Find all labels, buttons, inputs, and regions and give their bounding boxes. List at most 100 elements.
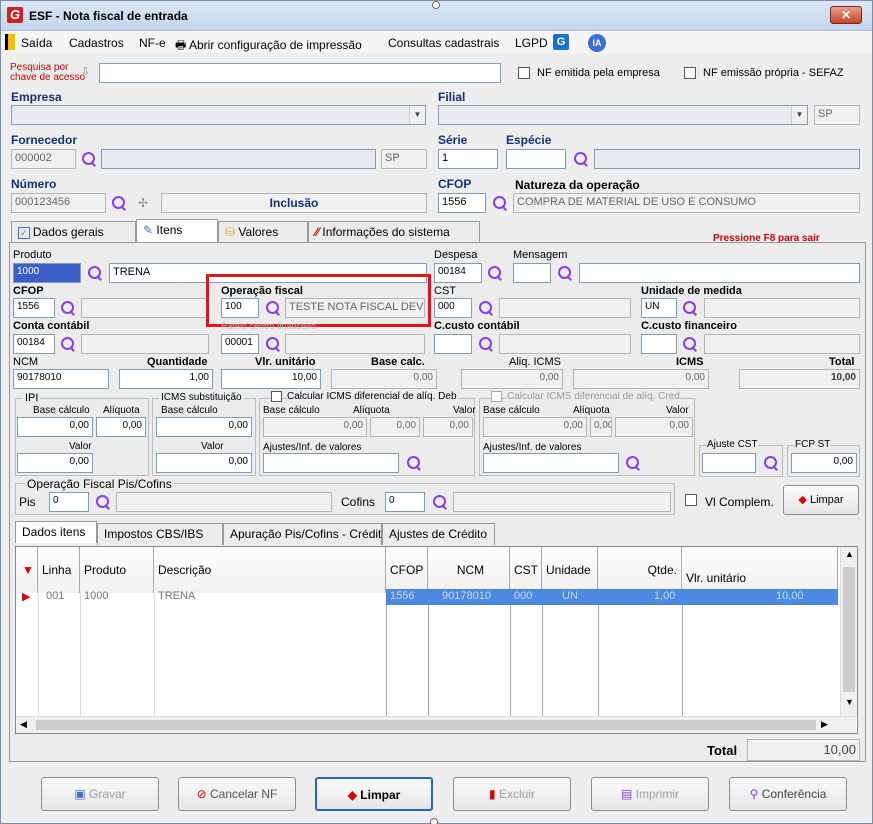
rateio-search-icon[interactable] bbox=[264, 335, 282, 353]
cofins-input[interactable]: 0 bbox=[385, 492, 425, 512]
col-cst[interactable]: CST bbox=[510, 547, 542, 593]
col-ncm[interactable]: NCM bbox=[428, 547, 510, 593]
rateio-input[interactable]: 00001 bbox=[221, 334, 259, 354]
cfop-item-search-icon[interactable] bbox=[59, 299, 77, 317]
filial-select[interactable]: ▼ bbox=[438, 105, 808, 125]
dif-cred-ajustes-input[interactable] bbox=[483, 453, 619, 473]
vl-complem-checkbox[interactable] bbox=[685, 494, 697, 506]
cfop-item-input[interactable]: 1556 bbox=[13, 298, 55, 318]
fcp-st-input[interactable]: 0,00 bbox=[791, 453, 857, 473]
quantidade-input[interactable]: 1,00 bbox=[119, 369, 213, 389]
dif-deb-search-icon[interactable] bbox=[405, 454, 423, 472]
pis-input[interactable]: 0 bbox=[49, 492, 89, 512]
scroll-down-icon[interactable]: ▼ bbox=[845, 697, 854, 707]
nf-propria-checkbox[interactable] bbox=[684, 67, 696, 79]
ipi-base-input[interactable]: 0,00 bbox=[17, 417, 93, 437]
col-linha[interactable]: Linha bbox=[38, 547, 80, 593]
subtab-dados-itens[interactable]: Dados itens bbox=[15, 521, 97, 543]
menu-print-config[interactable]: 🖶 Abrir configuração de impressão bbox=[175, 36, 362, 57]
grid-sort-icon[interactable]: ▼ bbox=[16, 547, 38, 593]
limpar-button[interactable]: ◆ Limpar bbox=[315, 777, 433, 811]
tab-dados-gerais[interactable]: ✓ Dados gerais bbox=[11, 221, 136, 243]
tab-valores[interactable]: ⛁ Valores bbox=[218, 221, 308, 243]
ipi-valor-input[interactable]: 0,00 bbox=[17, 453, 93, 473]
scroll-thumb-h[interactable] bbox=[36, 720, 816, 730]
col-produto[interactable]: Produto bbox=[80, 547, 154, 593]
numero-search-icon[interactable] bbox=[110, 194, 128, 212]
lgpd-icon[interactable]: G bbox=[553, 34, 569, 50]
table-row-selected[interactable]: 1556 90178010 000 UN 1,00 10,00 bbox=[386, 589, 838, 605]
vlr-unit-input[interactable]: 10,00 bbox=[221, 369, 321, 389]
subtab-ajustes[interactable]: Ajustes de Crédito bbox=[382, 523, 495, 545]
menu-saida[interactable]: Saída bbox=[21, 36, 52, 50]
plus-icon[interactable]: ✢ bbox=[138, 196, 148, 210]
cancelar-button[interactable]: ⊘ Cancelar NF bbox=[178, 777, 296, 811]
grid-horizontal-scrollbar[interactable]: ◀ ▶ bbox=[16, 716, 856, 733]
cfop-header-search-icon[interactable] bbox=[491, 194, 509, 212]
resize-grip-icon[interactable] bbox=[432, 1, 440, 9]
menu-cadastros[interactable]: Cadastros bbox=[69, 36, 124, 50]
despesa-input[interactable]: 00184 bbox=[434, 263, 482, 283]
ccusto-cont-input[interactable] bbox=[434, 334, 472, 354]
exit-door-icon[interactable] bbox=[5, 34, 15, 50]
cst-search-icon[interactable] bbox=[477, 299, 495, 317]
unidade-input[interactable]: UN bbox=[641, 298, 677, 318]
icms-st-base-input[interactable]: 0,00 bbox=[156, 417, 252, 437]
items-grid[interactable]: ▼ Linha Produto Descrição CFOP NCM CST U… bbox=[15, 546, 858, 734]
ajuste-cst-search-icon[interactable] bbox=[762, 454, 780, 472]
search-input[interactable] bbox=[99, 63, 501, 83]
ccusto-fin-search-icon[interactable] bbox=[681, 335, 699, 353]
scroll-left-icon[interactable]: ◀ bbox=[20, 719, 27, 730]
menu-consultas[interactable]: Consultas cadastrais bbox=[388, 36, 499, 50]
dif-cred-checkbox[interactable] bbox=[491, 391, 502, 402]
scroll-thumb-v[interactable] bbox=[843, 567, 855, 692]
ccusto-cont-search-icon[interactable] bbox=[477, 335, 495, 353]
conta-search-icon[interactable] bbox=[59, 335, 77, 353]
tab-info-sistema[interactable]: ⁄⁄ Informações do sistema bbox=[308, 221, 480, 243]
dif-deb-ajustes-input[interactable] bbox=[263, 453, 399, 473]
unidade-search-icon[interactable] bbox=[681, 299, 699, 317]
pis-search-icon[interactable] bbox=[94, 493, 112, 511]
resize-grip-bottom-icon[interactable] bbox=[430, 818, 438, 824]
col-cfop[interactable]: CFOP bbox=[386, 547, 428, 593]
ajuste-cst-input[interactable] bbox=[702, 453, 756, 473]
close-button[interactable]: ✕ bbox=[830, 6, 862, 24]
tab-itens[interactable]: ✎ Itens bbox=[136, 219, 218, 243]
conta-input[interactable]: 00184 bbox=[13, 334, 55, 354]
cofins-search-icon[interactable] bbox=[431, 493, 449, 511]
scroll-right-icon[interactable]: ▶ bbox=[821, 719, 828, 730]
table-row[interactable]: ▶ 001 1000 TRENA bbox=[16, 589, 386, 605]
especie-search-icon[interactable] bbox=[572, 150, 590, 168]
mensagem-input[interactable] bbox=[513, 263, 551, 283]
cfop-header-input[interactable]: 1556 bbox=[438, 193, 486, 213]
serie-input[interactable]: 1 bbox=[438, 149, 498, 169]
mensagem-search-icon[interactable] bbox=[556, 264, 574, 282]
dif-cred-search-icon[interactable] bbox=[624, 454, 642, 472]
ccusto-fin-input[interactable] bbox=[641, 334, 677, 354]
subtab-apuracao[interactable]: Apuração Pis/Cofins - Crédito bbox=[223, 523, 388, 545]
col-vlr-unit[interactable]: Vlr. unitário bbox=[682, 547, 838, 593]
gravar-button[interactable]: ▣ Gravar bbox=[41, 777, 159, 811]
menu-nfe[interactable]: NF-e bbox=[139, 36, 166, 50]
fornecedor-code[interactable]: 000002 bbox=[11, 149, 76, 169]
col-unidade[interactable]: Unidade bbox=[542, 547, 598, 593]
icms-st-valor-input[interactable]: 0,00 bbox=[156, 453, 252, 473]
ipi-aliq-input[interactable]: 0,00 bbox=[96, 417, 146, 437]
ncm-input[interactable]: 90178010 bbox=[13, 369, 109, 389]
limpar-small-button[interactable]: ◆ Limpar bbox=[783, 485, 859, 515]
excluir-button[interactable]: ▮ Excluir bbox=[453, 777, 571, 811]
menu-lgpd[interactable]: LGPD bbox=[515, 36, 548, 50]
despesa-search-icon[interactable] bbox=[486, 264, 504, 282]
dif-deb-checkbox[interactable] bbox=[271, 391, 282, 402]
conferencia-button[interactable]: ⚲ Conferência bbox=[729, 777, 847, 811]
imprimir-button[interactable]: ▤ Imprimir bbox=[591, 777, 709, 811]
especie-input[interactable] bbox=[506, 149, 566, 169]
numero-input[interactable]: 000123456 bbox=[11, 193, 106, 213]
ia-icon[interactable]: IA bbox=[588, 34, 606, 52]
scroll-up-icon[interactable]: ▲ bbox=[845, 549, 854, 559]
produto-code[interactable]: 1000 bbox=[13, 263, 81, 283]
subtab-impostos[interactable]: Impostos CBS/IBS bbox=[97, 523, 223, 545]
col-descricao[interactable]: Descrição bbox=[154, 547, 386, 593]
grid-vertical-scrollbar[interactable]: ▲ ▼ bbox=[840, 547, 857, 717]
empresa-select[interactable]: ▼ bbox=[11, 105, 426, 125]
